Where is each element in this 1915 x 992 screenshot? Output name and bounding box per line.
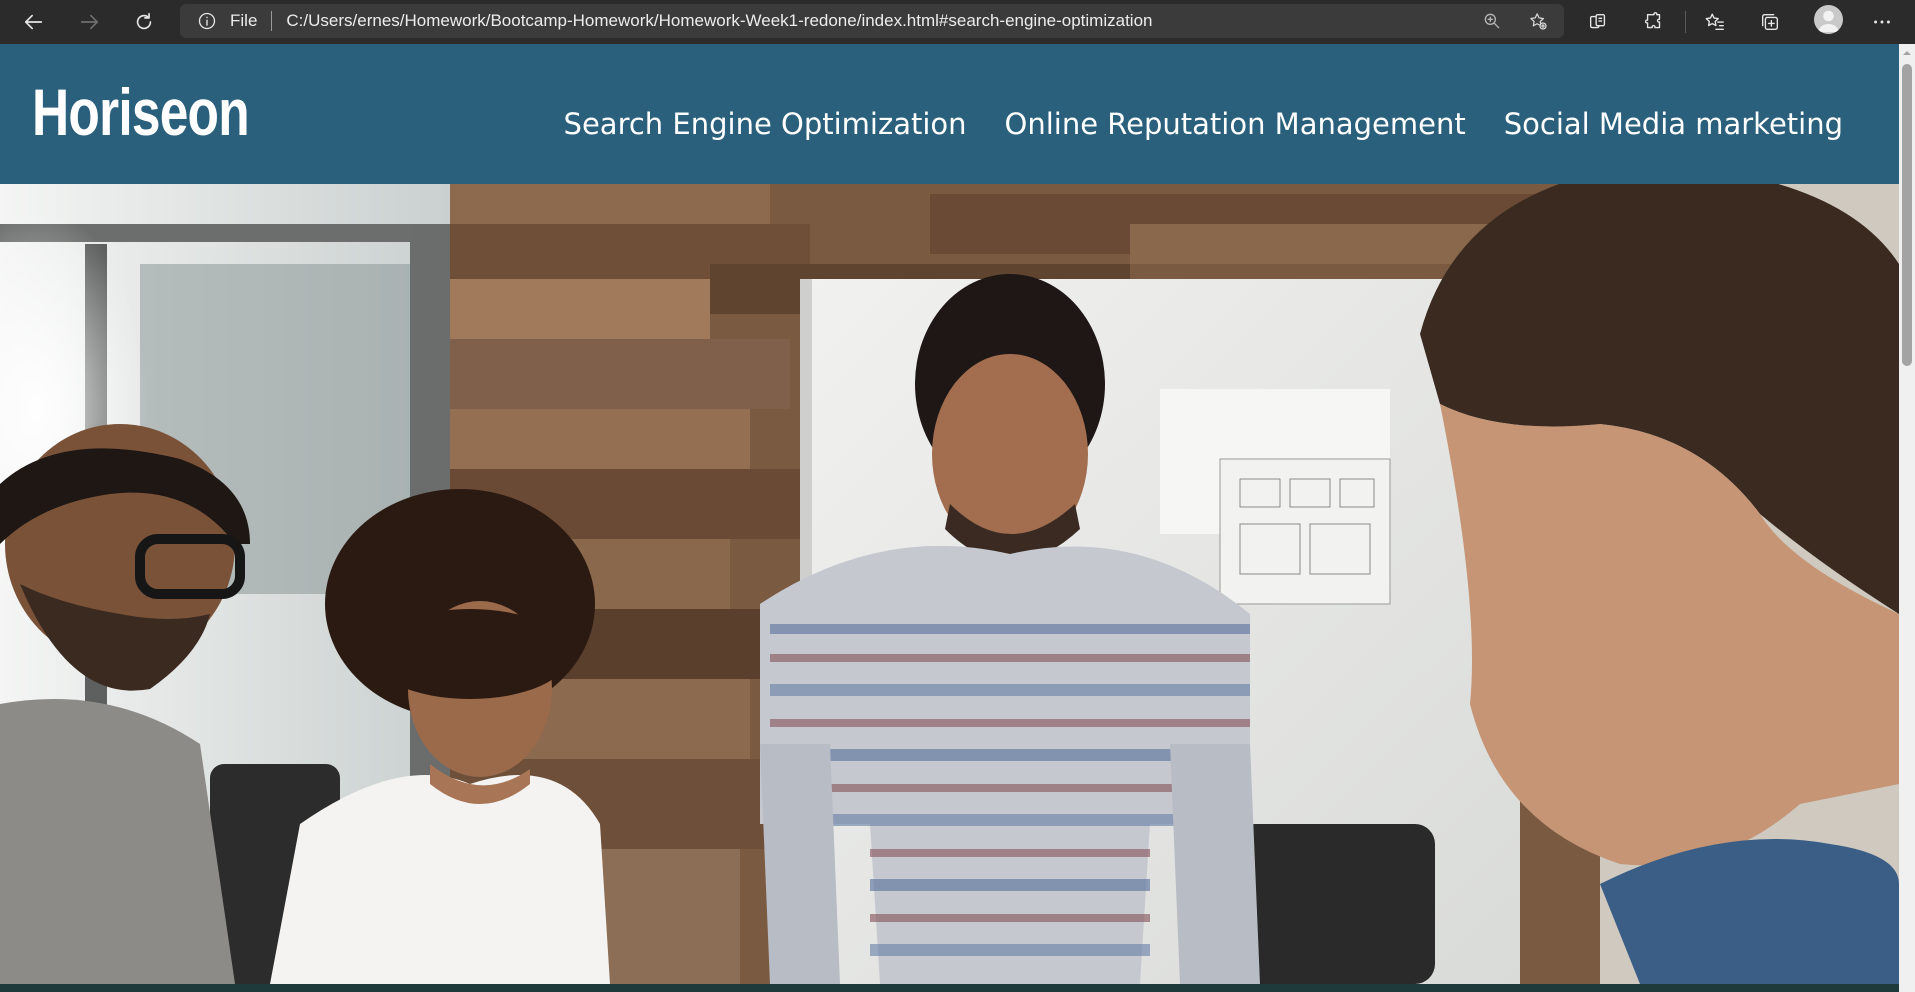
site-logo[interactable]: Horiseon (32, 74, 250, 150)
add-favorite-icon[interactable] (1526, 9, 1550, 33)
hero-photo (0, 184, 1899, 984)
puzzle-icon[interactable] (1638, 6, 1670, 38)
url-text[interactable]: C:/Users/ernes/Homework/Bootcamp-Homewor… (286, 11, 1152, 31)
web-page: Horiseon Search Engine Optimization Onli… (0, 44, 1899, 992)
back-arrow-icon[interactable] (18, 6, 50, 38)
toolbar-divider (1685, 11, 1686, 33)
forward-arrow-icon[interactable] (73, 6, 105, 38)
scroll-up-arrow-icon[interactable] (1902, 48, 1912, 58)
zoom-icon[interactable] (1480, 9, 1504, 33)
nav-link-search-engine-optimization[interactable]: Search Engine Optimization (564, 107, 967, 141)
page-scrollbar[interactable] (1899, 44, 1915, 992)
nav-link-online-reputation-management[interactable]: Online Reputation Management (1005, 107, 1466, 141)
address-divider (271, 11, 273, 31)
hero-image (0, 184, 1899, 984)
address-bar[interactable]: File C:/Users/ernes/Homework/Bootcamp-Ho… (180, 4, 1564, 38)
hero-bottom-edge (0, 984, 1899, 992)
scrollbar-thumb[interactable] (1902, 64, 1912, 366)
nav-link-social-media-marketing[interactable]: Social Media marketing (1504, 107, 1843, 141)
favorites-icon[interactable] (1699, 6, 1731, 38)
browser-toolbar: File C:/Users/ernes/Homework/Bootcamp-Ho… (0, 0, 1915, 44)
main-nav: Search Engine Optimization Online Reputa… (564, 107, 1843, 141)
more-icon[interactable] (1866, 6, 1898, 38)
refresh-icon[interactable] (128, 6, 160, 38)
info-icon[interactable] (196, 10, 218, 32)
profile-icon[interactable] (1814, 5, 1843, 34)
copilot-icon[interactable] (1582, 6, 1614, 38)
collections-icon[interactable] (1754, 6, 1786, 38)
site-header: Horiseon Search Engine Optimization Onli… (0, 44, 1899, 184)
url-scheme-label: File (230, 11, 258, 30)
